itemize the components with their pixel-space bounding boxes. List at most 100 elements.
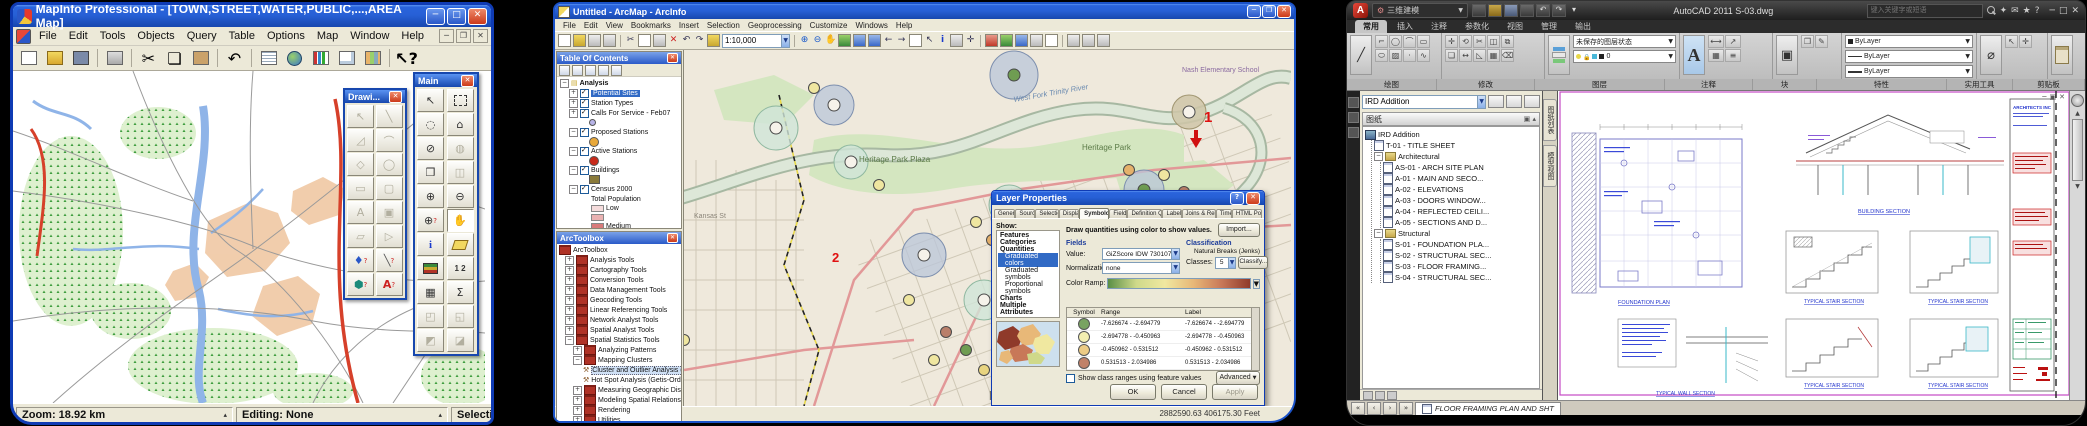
graph-select-icon[interactable]: ◍ bbox=[447, 137, 474, 160]
paste-button[interactable] bbox=[189, 47, 212, 69]
sheet-item[interactable]: S-03 - FLOOR FRAMING... bbox=[1395, 262, 1486, 271]
drawing-canvas[interactable]: ─ ▣ ✕ bbox=[1558, 91, 2069, 400]
prev-layout-button[interactable]: ‹ bbox=[1367, 402, 1381, 415]
extra-tool-2[interactable] bbox=[1082, 34, 1095, 47]
close-button[interactable]: ✕ bbox=[1277, 5, 1291, 18]
save-button[interactable] bbox=[1504, 4, 1518, 17]
class-row[interactable]: -7.626674 - -2.694779 -7.626674 - -2.694… bbox=[1067, 318, 1259, 331]
help-pointer-button[interactable]: ↖? bbox=[395, 47, 418, 69]
steering-wheel-icon[interactable] bbox=[2071, 94, 2084, 107]
drawing-toolbar[interactable]: Drawi... ✕ ↖ ╲ ◿ ⌒ ◇ ◯ ▭ ▢ A ▣ ▱ ▷ ♦? ╲?… bbox=[343, 88, 407, 300]
menu-item[interactable]: Help bbox=[395, 29, 430, 43]
toolset-item[interactable]: Utilities bbox=[598, 417, 621, 424]
menu-item[interactable]: Options bbox=[261, 29, 311, 43]
sheet-item[interactable]: S-04 - STRUCTURAL SEC... bbox=[1395, 273, 1491, 282]
last-layout-button[interactable]: » bbox=[1399, 402, 1413, 415]
toc-options-icon[interactable] bbox=[611, 65, 622, 76]
workspace-combo[interactable]: ⚙ 三维建模 ▼ bbox=[1372, 3, 1468, 18]
select-tool-icon[interactable]: ↖ bbox=[417, 89, 444, 112]
circle-icon[interactable]: ◯ bbox=[1389, 35, 1402, 48]
menu-item[interactable]: File bbox=[33, 29, 63, 43]
help-icon[interactable]: ? bbox=[2035, 6, 2040, 16]
find-button[interactable] bbox=[950, 34, 963, 47]
redistrict-button[interactable] bbox=[361, 47, 384, 69]
close-button[interactable]: ✕ bbox=[2071, 6, 2079, 16]
quick-select-icon[interactable]: ↖ bbox=[2005, 35, 2018, 48]
maximize-button[interactable]: ❐ bbox=[1262, 5, 1276, 18]
close-icon[interactable]: ✕ bbox=[667, 233, 678, 243]
list-by-visibility-icon[interactable] bbox=[585, 65, 596, 76]
sheetset-combo[interactable]: IRD Addition ▼ bbox=[1362, 95, 1486, 109]
panel-name[interactable]: 修改 bbox=[1437, 79, 1535, 90]
drag-map-window-icon[interactable]: ❒ bbox=[417, 161, 444, 184]
invert-selection-icon[interactable]: ◫ bbox=[447, 161, 474, 184]
sheet-item[interactable]: S-02 - STRUCTURAL SEC... bbox=[1395, 251, 1491, 260]
main-toolbar[interactable]: Main ✕ ↖ ◌ ⌂ ⊘ ◍ ❒ ◫ ⊕ ⊖ ⊕? ✋ i 1 2 ▦ bbox=[413, 72, 479, 356]
linetype-combo[interactable]: ByLayer▼ bbox=[1845, 50, 1973, 63]
open-button[interactable] bbox=[43, 47, 66, 69]
close-icon[interactable]: ✕ bbox=[389, 91, 402, 103]
maximize-button[interactable]: □ bbox=[447, 8, 466, 25]
line-tool-icon[interactable]: ╲ bbox=[376, 105, 403, 128]
tool-palette-icon[interactable] bbox=[1348, 112, 1359, 123]
layer-control-icon[interactable] bbox=[417, 257, 444, 280]
publish-button[interactable] bbox=[1488, 95, 1504, 108]
menu-item[interactable]: Selection bbox=[703, 21, 744, 30]
toolbox-item[interactable]: Spatial Statistics Tools bbox=[590, 337, 660, 344]
edit-block-icon[interactable]: ✎ bbox=[1815, 35, 1828, 48]
minimize-button[interactable]: ─ bbox=[2050, 6, 2055, 16]
freeze-icon[interactable] bbox=[1592, 54, 1597, 59]
new-layout-button[interactable] bbox=[335, 47, 358, 69]
autocad-logo-icon[interactable]: A bbox=[1353, 3, 1368, 18]
line-tool-icon[interactable]: ╱ bbox=[1350, 35, 1372, 75]
ribbon-tab[interactable]: 参数化 bbox=[1457, 20, 1497, 33]
sheetset-palette-icon[interactable] bbox=[1348, 127, 1359, 138]
delete-button[interactable]: ✕ bbox=[668, 35, 679, 46]
new-map-button[interactable] bbox=[558, 34, 571, 47]
point-icon[interactable]: · bbox=[1403, 49, 1416, 62]
subset-label[interactable]: Architectural bbox=[1398, 152, 1440, 161]
new-table-button[interactable] bbox=[17, 47, 40, 69]
label-tool-icon[interactable] bbox=[447, 233, 474, 256]
info-tool-icon[interactable]: i bbox=[417, 233, 444, 256]
minimize-button[interactable]: ─ bbox=[1247, 5, 1261, 18]
dialog-tab[interactable]: General bbox=[994, 209, 1015, 218]
paste-button[interactable] bbox=[653, 34, 666, 47]
value-combo[interactable]: GiZScore IDW 730107▼ bbox=[1102, 248, 1180, 260]
create-block-icon[interactable]: ❒ bbox=[1801, 35, 1814, 48]
spline-icon[interactable]: ∿ bbox=[1417, 49, 1430, 62]
column-symbol[interactable]: Symbol bbox=[1067, 309, 1101, 316]
show-item[interactable]: Categories bbox=[998, 239, 1058, 246]
toolbox-item[interactable]: Network Analyst Tools bbox=[590, 317, 658, 324]
stretch-icon[interactable]: ↔ bbox=[1459, 49, 1472, 62]
sheet-item[interactable]: A-05 - SECTIONS AND D... bbox=[1395, 218, 1487, 227]
classify-button[interactable]: Classify... bbox=[1238, 256, 1268, 269]
toolset-item[interactable]: Mapping Clusters bbox=[598, 357, 652, 364]
toolset-item[interactable]: Analyzing Patterns bbox=[598, 347, 656, 354]
new-browser-button[interactable] bbox=[257, 47, 280, 69]
viewport-minimize-icon[interactable]: ─ bbox=[2042, 93, 2046, 101]
list-by-drawing-order-icon[interactable] bbox=[559, 65, 570, 76]
panel-name[interactable]: 实用工具 bbox=[1947, 79, 2013, 90]
viewport-restore-icon[interactable]: ▣ bbox=[2050, 93, 2057, 101]
ellipse-tool-icon[interactable]: ◯ bbox=[376, 153, 403, 176]
panel-name[interactable]: 块 bbox=[1753, 79, 1817, 90]
toolset-item[interactable]: Modeling Spatial Relationships bbox=[598, 397, 681, 404]
layer-label[interactable]: Active Stations bbox=[591, 148, 637, 155]
sheet-selection-button[interactable] bbox=[1524, 95, 1540, 108]
show-item[interactable]: Charts bbox=[998, 295, 1058, 302]
set-target-district-icon[interactable]: ◰ bbox=[417, 305, 444, 328]
show-item[interactable]: Multiple Attributes bbox=[998, 302, 1058, 316]
qat-dropdown-icon[interactable]: ▾ bbox=[1568, 5, 1580, 16]
subset-label[interactable]: Structural bbox=[1398, 229, 1430, 238]
copy-button[interactable] bbox=[638, 34, 651, 47]
autocad-titlebar[interactable]: A ⚙ 三维建模 ▼ ↶ ↷ ▾ AutoCAD 2011 S-03.dwg ✦… bbox=[1347, 1, 2085, 20]
mdi-restore-button[interactable]: ❐ bbox=[456, 29, 471, 43]
forward-extent-button[interactable]: → bbox=[896, 35, 907, 46]
layer-checkbox[interactable] bbox=[580, 147, 589, 156]
array-icon[interactable]: ▦ bbox=[1487, 49, 1500, 62]
class-table[interactable]: Symbol Range Label -7.626674 - -2.694779… bbox=[1066, 307, 1260, 371]
scale-combo[interactable]: 1:10,000 ▼ bbox=[722, 34, 790, 48]
drawing-scrollbar[interactable]: ▲ ▼ bbox=[2069, 91, 2085, 400]
save-button[interactable] bbox=[69, 47, 92, 69]
